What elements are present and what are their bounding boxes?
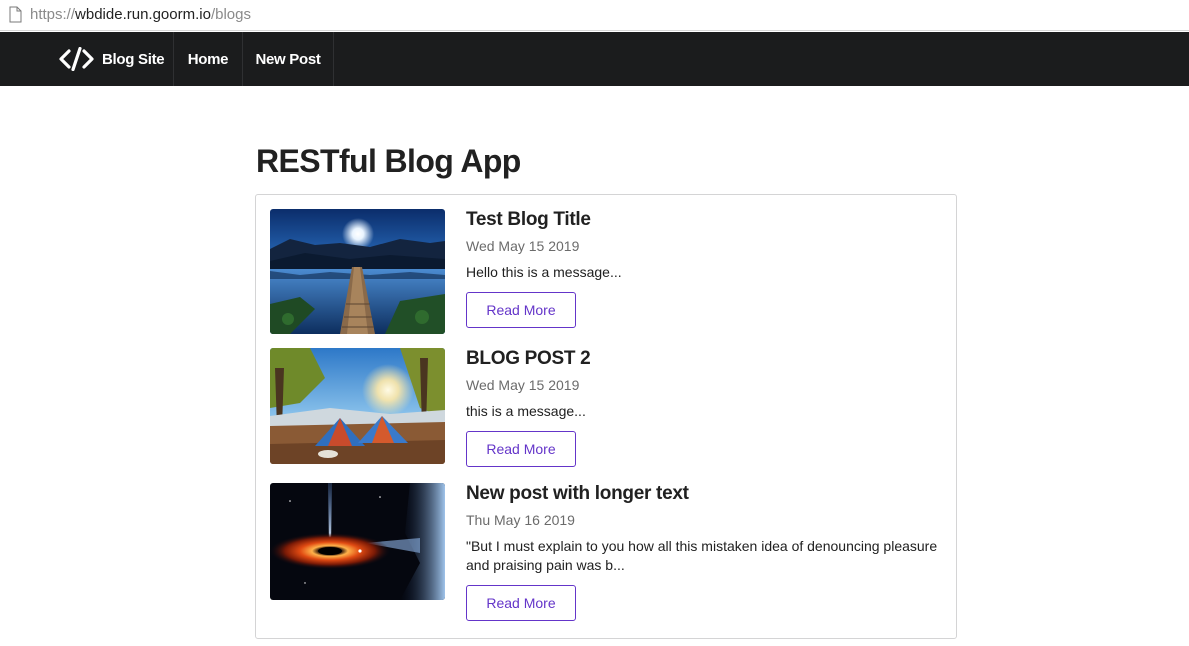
post-date: Wed May 15 2019: [466, 238, 580, 254]
post-title[interactable]: New post with longer text: [466, 483, 942, 505]
post-content: Test Blog Title Wed May 15 2019 Hello th…: [466, 209, 942, 328]
nav-new-post-link[interactable]: New Post: [243, 32, 334, 86]
post-date: Wed May 15 2019: [466, 377, 580, 393]
read-more-button[interactable]: Read More: [466, 292, 576, 328]
post-content: New post with longer text Thu May 16 201…: [466, 483, 942, 621]
url-path: /blogs: [210, 6, 251, 23]
post-list: Test Blog Title Wed May 15 2019 Hello th…: [255, 194, 957, 639]
read-more-button[interactable]: Read More: [466, 585, 576, 621]
address-bar[interactable]: https://wbdide.run.goorm.io/blogs: [0, 0, 1189, 31]
url-text[interactable]: https://wbdide.run.goorm.io/blogs: [30, 5, 251, 25]
post-title[interactable]: BLOG POST 2: [466, 348, 942, 370]
url-host: wbdide.run.goorm.io: [75, 6, 211, 23]
post-image-lake-pier[interactable]: [270, 209, 445, 334]
page-document-icon: [9, 6, 22, 23]
post-title[interactable]: Test Blog Title: [466, 209, 942, 231]
top-navbar: Blog Site Home New Post: [0, 32, 1189, 86]
url-scheme: https://: [30, 6, 76, 23]
post-excerpt: Hello this is a message...: [466, 264, 622, 280]
nav-home-link[interactable]: Home: [174, 32, 243, 86]
code-icon: [59, 47, 94, 71]
page-title: RESTful Blog App: [256, 143, 521, 179]
post-image-black-hole[interactable]: [270, 483, 445, 600]
post-image-tents[interactable]: [270, 348, 445, 464]
post-date: Thu May 16 2019: [466, 512, 575, 528]
post-content: BLOG POST 2 Wed May 15 2019 this is a me…: [466, 348, 942, 467]
post-excerpt: this is a message...: [466, 403, 586, 419]
brand-label: Blog Site: [102, 50, 165, 68]
post-excerpt: "But I must explain to you how all this …: [466, 538, 938, 573]
brand-link[interactable]: Blog Site: [43, 32, 174, 86]
read-more-button[interactable]: Read More: [466, 431, 576, 467]
